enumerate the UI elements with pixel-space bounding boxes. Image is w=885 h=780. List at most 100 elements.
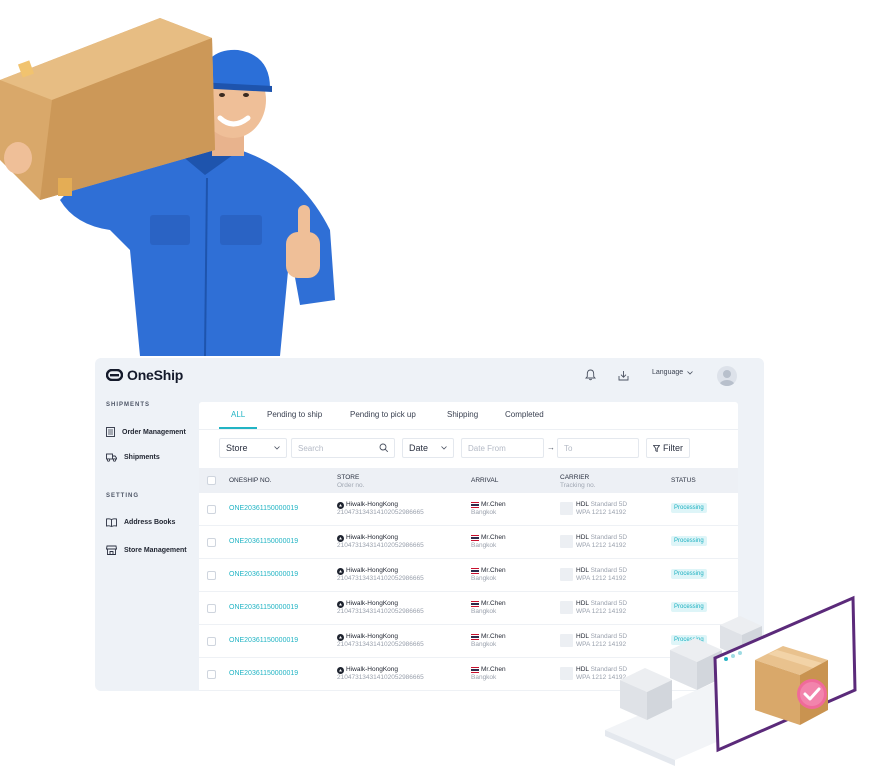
tab-pending-to-ship[interactable]: Pending to ship (267, 410, 322, 419)
header-arrival: ARRIVAL (471, 477, 499, 484)
store-cell: Hiwalk-HongKong 210473134314102052986665 (337, 666, 424, 682)
status-badge: Processing (671, 503, 707, 513)
top-bar: OneShip Language (95, 358, 764, 394)
recipient-name: Mr.Chen (481, 501, 506, 508)
user-icon (719, 370, 735, 386)
tracking-number: WPA 1212 14192 (576, 509, 627, 516)
store-cell: Hiwalk-HongKong 210473134314102052986665 (337, 633, 424, 649)
carrier-name: HDL (576, 567, 589, 574)
row-checkbox[interactable] (207, 670, 216, 679)
document-icon (106, 427, 115, 437)
sidebar-item-store-management[interactable]: Store Management (106, 545, 187, 555)
store-select[interactable]: Store (219, 438, 287, 458)
order-number: 210473134314102052986665 (337, 641, 424, 648)
search-input[interactable]: Search (291, 438, 395, 458)
download-icon[interactable] (616, 368, 630, 382)
filter-button[interactable]: Filter (646, 438, 690, 458)
order-number: 210473134314102052986665 (337, 608, 424, 615)
brand-logo[interactable]: OneShip (106, 367, 183, 383)
carrier-cell: HDL Standard 5D WPA 1212 14192 (560, 534, 627, 550)
status-badge: Processing (671, 536, 707, 546)
table-row[interactable]: ONE20361150000019 Hiwalk-HongKong 21047313… (199, 526, 738, 559)
date-from-placeholder: Date From (468, 443, 506, 453)
carrier-cell: HDL Standard 5D WPA 1212 14192 (560, 567, 627, 583)
store-logo-icon (337, 501, 344, 509)
store-name: Hiwalk-HongKong (346, 633, 399, 640)
carrier-logo (560, 634, 573, 647)
sidebar-item-label: Shipments (124, 454, 160, 461)
tracking-number: WPA 1212 14192 (576, 542, 627, 549)
search-placeholder: Search (298, 443, 324, 453)
recipient-city: Bangkok (471, 542, 497, 549)
recipient-city: Bangkok (471, 509, 497, 516)
status-badge: Processing (671, 569, 707, 579)
row-checkbox[interactable] (207, 505, 216, 514)
recipient-name: Mr.Chen (481, 633, 506, 640)
thailand-flag-icon (471, 601, 479, 607)
row-checkbox[interactable] (207, 538, 216, 547)
store-cell: Hiwalk-HongKong 210473134314102052986665 (337, 600, 424, 616)
tab-shipping[interactable]: Shipping (447, 410, 478, 419)
tab-all[interactable]: ALL (231, 410, 245, 419)
table-header: ONESHIP NO. STORE Order no. ARRIVAL CARR… (199, 468, 738, 493)
header-oneship-no: ONESHIP NO. (229, 477, 272, 484)
row-checkbox[interactable] (207, 604, 216, 613)
store-name: Hiwalk-HongKong (346, 567, 399, 574)
chevron-down-icon (274, 446, 280, 450)
carrier-name: HDL (576, 501, 589, 508)
arrow-right-icon: → (547, 443, 555, 452)
carrier-logo (560, 601, 573, 614)
oneship-number-link[interactable]: ONE20361150000019 (229, 604, 298, 612)
oneship-number-link[interactable]: ONE20361150000019 (229, 505, 298, 513)
chevron-down-icon (441, 446, 447, 450)
store-cell: Hiwalk-HongKong 210473134314102052986665 (337, 567, 424, 583)
carrier-service: Standard 5D (590, 501, 628, 508)
thailand-flag-icon (471, 667, 479, 673)
table-row[interactable]: ONE20361150000019 Hiwalk-HongKong 21047313… (199, 493, 738, 526)
row-checkbox[interactable] (207, 571, 216, 580)
tab-completed[interactable]: Completed (505, 410, 544, 419)
avatar[interactable] (717, 366, 737, 386)
select-all-checkbox[interactable] (207, 476, 216, 485)
oneship-number-link[interactable]: ONE20361150000019 (229, 538, 298, 546)
table-row[interactable]: ONE20361150000019 Hiwalk-HongKong 21047313… (199, 559, 738, 592)
recipient-city: Bangkok (471, 674, 497, 681)
store-name: Hiwalk-HongKong (346, 666, 399, 673)
store-logo-icon (337, 567, 344, 575)
language-label: Language (652, 369, 684, 376)
order-number: 210473134314102052986665 (337, 509, 424, 516)
arrival-cell: Mr.Chen Bangkok (471, 666, 506, 682)
thailand-flag-icon (471, 634, 479, 640)
carrier-logo (560, 667, 573, 680)
search-icon[interactable] (379, 443, 389, 453)
recipient-name: Mr.Chen (481, 567, 506, 574)
oneship-number-link[interactable]: ONE20361150000019 (229, 637, 298, 645)
date-to-input[interactable]: To (557, 438, 639, 458)
store-name: Hiwalk-HongKong (346, 501, 399, 508)
date-from-input[interactable]: Date From (461, 438, 544, 458)
date-select[interactable]: Date (402, 438, 454, 458)
arrival-cell: Mr.Chen Bangkok (471, 600, 506, 616)
header-carrier: CARRIER Tracking no. (560, 474, 596, 489)
carrier-logo (560, 502, 573, 515)
truck-icon (106, 453, 117, 462)
arrival-cell: Mr.Chen Bangkok (471, 501, 506, 517)
sidebar-item-order-management[interactable]: Order Management (106, 427, 186, 437)
sidebar-item-label: Store Management (124, 546, 187, 554)
oneship-number-link[interactable]: ONE20361150000019 (229, 571, 298, 579)
recipient-city: Bangkok (471, 608, 497, 615)
courier-illustration (0, 18, 335, 356)
sidebar-item-address-books[interactable]: Address Books (106, 518, 175, 527)
store-name: Hiwalk-HongKong (346, 534, 399, 541)
recipient-city: Bangkok (471, 575, 497, 582)
language-selector[interactable]: Language (652, 369, 693, 376)
order-number: 210473134314102052986665 (337, 575, 424, 582)
sidebar-item-shipments[interactable]: Shipments (106, 453, 160, 462)
store-select-value: Store (226, 443, 248, 453)
oneship-logo-icon (106, 369, 123, 381)
tab-pending-to-pick-up[interactable]: Pending to pick up (350, 410, 416, 419)
recipient-name: Mr.Chen (481, 666, 506, 673)
row-checkbox[interactable] (207, 637, 216, 646)
oneship-number-link[interactable]: ONE20361150000019 (229, 670, 298, 678)
bell-icon[interactable] (583, 368, 597, 382)
